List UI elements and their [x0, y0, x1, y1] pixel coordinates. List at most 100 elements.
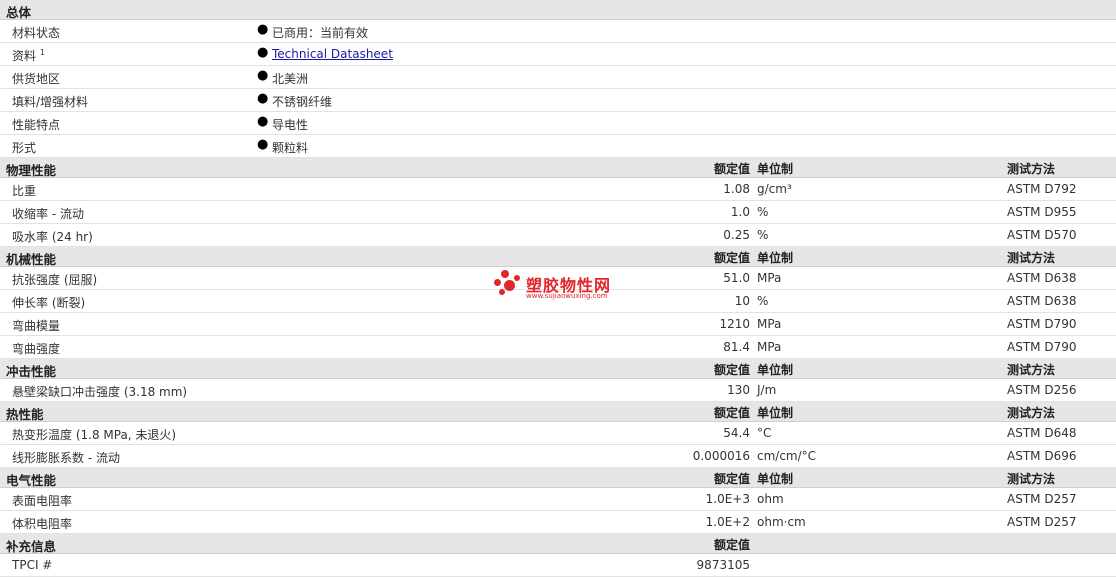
property-row: 悬壁梁缺口冲击强度 (3.18 mm) 130 J/m ASTM D256 [0, 379, 1116, 402]
property-value: 不锈钢纤维 [272, 95, 333, 109]
section-header-physical: 物理性能 额定值 单位制 测试方法 [0, 158, 1116, 178]
test-method: ASTM D257 [1007, 492, 1077, 506]
property-label: 供货地区 [12, 72, 61, 86]
section-title: 机械性能 [6, 252, 57, 267]
bullet-icon: ● [257, 114, 269, 129]
column-method: 测试方法 [1007, 251, 1056, 265]
property-value: 1210 [719, 317, 750, 331]
property-unit: ohm·cm [757, 515, 806, 529]
column-nominal: 额定值 [713, 538, 750, 552]
section-title: 热性能 [6, 407, 44, 422]
test-method: ASTM D648 [1007, 426, 1077, 440]
section-header-mechanical: 机械性能 额定值 单位制 测试方法 [0, 247, 1116, 267]
property-unit: % [757, 205, 769, 219]
property-unit: cm/cm/°C [757, 449, 817, 463]
property-label: 抗张强度 (屈服) [12, 273, 98, 287]
column-unit: 单位制 [757, 472, 794, 486]
test-method: ASTM D955 [1007, 205, 1077, 219]
property-label: 比重 [12, 184, 37, 198]
section-title: 电气性能 [6, 473, 57, 488]
column-method: 测试方法 [1007, 162, 1056, 176]
property-label: 体积电阻率 [12, 517, 73, 531]
property-row: 体积电阻率 1.0E+2 ohm·cm ASTM D257 [0, 511, 1116, 534]
column-nominal: 额定值 [713, 251, 750, 265]
property-label: TPCI # [12, 558, 53, 572]
footnote-marker: 1 [39, 48, 45, 57]
property-value: 1.0E+3 [705, 492, 750, 506]
property-row: 热变形温度 (1.8 MPa, 未退火) 54.4 °C ASTM D648 [0, 422, 1116, 445]
property-unit: ohm [757, 492, 784, 506]
property-unit: MPa [757, 340, 782, 354]
column-nominal: 额定值 [713, 472, 750, 486]
general-row: 形式 ● 颗粒料 [0, 135, 1116, 158]
property-row: 比重 1.08 g/cm³ ASTM D792 [0, 178, 1116, 201]
property-value: 54.4 [723, 426, 750, 440]
property-unit: % [757, 294, 769, 308]
property-row: 吸水率 (24 hr) 0.25 % ASTM D570 [0, 224, 1116, 247]
test-method: ASTM D638 [1007, 271, 1077, 285]
test-method: ASTM D257 [1007, 515, 1077, 529]
general-row: 性能特点 ● 导电性 [0, 112, 1116, 135]
property-label: 吸水率 (24 hr) [12, 230, 93, 244]
property-unit: g/cm³ [757, 182, 792, 196]
property-unit: % [757, 228, 769, 242]
section-title: 物理性能 [6, 163, 57, 178]
technical-datasheet-link[interactable]: Technical Datasheet [272, 47, 393, 61]
property-label: 材料状态 [12, 26, 61, 40]
property-label: 弯曲模量 [12, 319, 61, 333]
column-nominal: 额定值 [713, 162, 750, 176]
property-value: 北美洲 [272, 72, 309, 86]
section-header-general: 总体 [0, 0, 1116, 20]
column-nominal: 额定值 [713, 406, 750, 420]
property-label: 伸长率 (断裂) [12, 296, 86, 310]
column-unit: 单位制 [757, 406, 794, 420]
general-row: 填料/增强材料 ● 不锈钢纤维 [0, 89, 1116, 112]
watermark-logo: 塑胶物性网 www.sujiaowuxing.com [494, 270, 634, 304]
property-label: 收缩率 - 流动 [12, 207, 84, 221]
test-method: ASTM D570 [1007, 228, 1077, 242]
test-method: ASTM D792 [1007, 182, 1077, 196]
column-method: 测试方法 [1007, 406, 1056, 420]
property-label: 填料/增强材料 [12, 95, 89, 109]
section-header-thermal: 热性能 额定值 单位制 测试方法 [0, 402, 1116, 422]
bullet-icon: ● [257, 45, 269, 60]
bullet-icon: ● [257, 91, 269, 106]
section-title: 冲击性能 [6, 364, 57, 379]
section-header-impact: 冲击性能 额定值 单位制 测试方法 [0, 359, 1116, 379]
property-unit: J/m [757, 383, 777, 397]
test-method: ASTM D638 [1007, 294, 1077, 308]
general-row: 资料 1 ● Technical Datasheet [0, 43, 1116, 66]
property-unit: °C [757, 426, 772, 440]
property-value: 1.0 [730, 205, 750, 219]
general-row: 供货地区 ● 北美洲 [0, 66, 1116, 89]
bullet-icon: ● [257, 137, 269, 152]
watermark-url: www.sujiaowuxing.com [526, 292, 608, 300]
column-method: 测试方法 [1007, 363, 1056, 377]
test-method: ASTM D790 [1007, 340, 1077, 354]
property-value: Technical Datasheet [272, 47, 393, 61]
property-value: 81.4 [723, 340, 750, 354]
property-label: 线形膨胀系数 - 流动 [12, 451, 120, 465]
column-nominal: 额定值 [713, 363, 750, 377]
property-label: 表面电阻率 [12, 494, 73, 508]
property-value: 0.000016 [692, 449, 750, 463]
property-label: 资料 1 [12, 48, 45, 63]
bullet-icon: ● [257, 22, 269, 37]
logo-dots-icon [494, 270, 524, 300]
column-unit: 单位制 [757, 251, 794, 265]
property-value: 9873105 [696, 558, 750, 572]
column-method: 测试方法 [1007, 472, 1056, 486]
property-value: 1.08 [723, 182, 750, 196]
property-label: 形式 [12, 141, 37, 155]
property-unit: MPa [757, 271, 782, 285]
property-value: 导电性 [272, 118, 309, 132]
property-row: 表面电阻率 1.0E+3 ohm ASTM D257 [0, 488, 1116, 511]
property-label: 性能特点 [12, 118, 61, 132]
section-title: 补充信息 [6, 539, 57, 554]
property-value: 0.25 [723, 228, 750, 242]
bullet-icon: ● [257, 68, 269, 83]
property-label: 热变形温度 (1.8 MPa, 未退火) [12, 428, 177, 442]
property-row: 线形膨胀系数 - 流动 0.000016 cm/cm/°C ASTM D696 [0, 445, 1116, 468]
property-value: 51.0 [723, 271, 750, 285]
property-value: 已商用：当前有效 [272, 26, 369, 40]
